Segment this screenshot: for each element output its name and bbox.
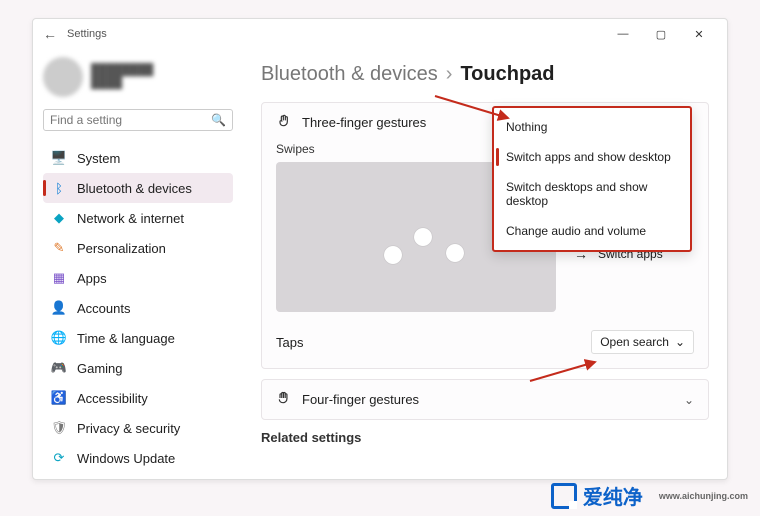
search-box[interactable]: 🔍 (43, 109, 233, 131)
three-finger-title: Three-finger gestures (302, 115, 426, 130)
sidebar-item-gaming[interactable]: 🎮 Gaming (43, 353, 233, 383)
taps-select[interactable]: Open search ⌄ (591, 330, 694, 354)
four-finger-card[interactable]: Four-finger gestures ⌄ (261, 379, 709, 420)
sidebar-item-system[interactable]: 🖥️ System (43, 143, 233, 173)
sidebar-item-label: Bluetooth & devices (77, 181, 192, 196)
chevron-down-icon: ⌄ (675, 335, 685, 349)
titlebar: ← Settings — ▢ ✕ (33, 19, 727, 49)
sidebar-item-accounts[interactable]: 👤 Accounts (43, 293, 233, 323)
sidebar-item-network-internet[interactable]: ◆ Network & internet (43, 203, 233, 233)
maximize-button[interactable]: ▢ (643, 21, 679, 47)
sidebar-item-label: Windows Update (77, 451, 175, 466)
sidebar-item-label: Accessibility (77, 391, 148, 406)
taps-label: Taps (276, 335, 303, 350)
game-icon: 🎮 (51, 360, 67, 376)
close-button[interactable]: ✕ (681, 21, 717, 47)
breadcrumb-sep: › (446, 63, 453, 86)
watermark-domain: www.aichunjing.com (659, 491, 748, 501)
sidebar-item-accessibility[interactable]: ♿ Accessibility (43, 383, 233, 413)
dropdown-option[interactable]: Switch apps and show desktop (494, 142, 690, 172)
window-title: Settings (67, 28, 107, 40)
sidebar-item-label: Privacy & security (77, 421, 180, 436)
sidebar-item-label: Time & language (77, 331, 175, 346)
sidebar-item-time-language[interactable]: 🌐 Time & language (43, 323, 233, 353)
dropdown-option[interactable]: Change audio and volume (494, 216, 690, 246)
monitor-icon: 🖥️ (51, 150, 67, 166)
nav-list: 🖥️ System ᛒ Bluetooth & devices ◆ Network & i… (43, 143, 233, 473)
account-label: ████████████ (91, 64, 211, 90)
related-settings-heading: Related settings (261, 430, 709, 445)
finger-dot (446, 244, 464, 262)
shield-icon: 🛡 (51, 420, 67, 436)
grid-icon: ▦ (51, 270, 67, 286)
sidebar-item-label: Apps (77, 271, 107, 286)
breadcrumb-current: Touchpad (460, 63, 554, 86)
back-button[interactable]: ← (43, 26, 57, 42)
watermark-text: 爱纯净 (583, 481, 643, 510)
dropdown-option[interactable]: Switch desktops and show desktop (494, 172, 690, 216)
wifi-icon: ◆ (51, 210, 67, 226)
account-block[interactable]: ████████████ (43, 57, 233, 97)
breadcrumb-parent[interactable]: Bluetooth & devices (261, 63, 438, 86)
avatar (43, 57, 83, 97)
four-finger-title: Four-finger gestures (302, 392, 419, 407)
globe-icon: 🌐 (51, 330, 67, 346)
sidebar-item-privacy-security[interactable]: 🛡 Privacy & security (43, 413, 233, 443)
sidebar-item-label: Accounts (77, 301, 130, 316)
update-icon: ⟳ (51, 450, 67, 466)
chevron-down-icon: ⌄ (684, 393, 694, 407)
bluetooth-icon: ᛒ (51, 180, 67, 196)
search-icon: 🔍 (211, 113, 226, 127)
sidebar-item-label: System (77, 151, 120, 166)
dropdown-option[interactable]: Nothing (494, 112, 690, 142)
sidebar: ████████████ 🔍 🖥️ System ᛒ Bluetooth & devi… (33, 49, 243, 479)
person-icon: 👤 (51, 300, 67, 316)
sidebar-item-label: Network & internet (77, 211, 184, 226)
brush-icon: ✎ (51, 240, 67, 256)
watermark: 爱纯净 www.aichunjing.com (551, 481, 748, 510)
minimize-button[interactable]: — (605, 21, 641, 47)
taps-value: Open search (600, 335, 669, 349)
finger-dot (384, 246, 402, 264)
sidebar-item-bluetooth-devices[interactable]: ᛒ Bluetooth & devices (43, 173, 233, 203)
access-icon: ♿ (51, 390, 67, 406)
sidebar-item-label: Personalization (77, 241, 166, 256)
hand-four-icon (276, 390, 292, 409)
breadcrumb: Bluetooth & devices › Touchpad (261, 63, 709, 86)
sidebar-item-label: Gaming (77, 361, 123, 376)
sidebar-item-personalization[interactable]: ✎ Personalization (43, 233, 233, 263)
swipes-dropdown[interactable]: NothingSwitch apps and show desktopSwitc… (492, 106, 692, 252)
watermark-icon (551, 483, 577, 509)
sidebar-item-apps[interactable]: ▦ Apps (43, 263, 233, 293)
hand-three-icon (276, 113, 292, 132)
sidebar-item-windows-update[interactable]: ⟳ Windows Update (43, 443, 233, 473)
search-input[interactable] (50, 113, 211, 127)
finger-dot (414, 228, 432, 246)
